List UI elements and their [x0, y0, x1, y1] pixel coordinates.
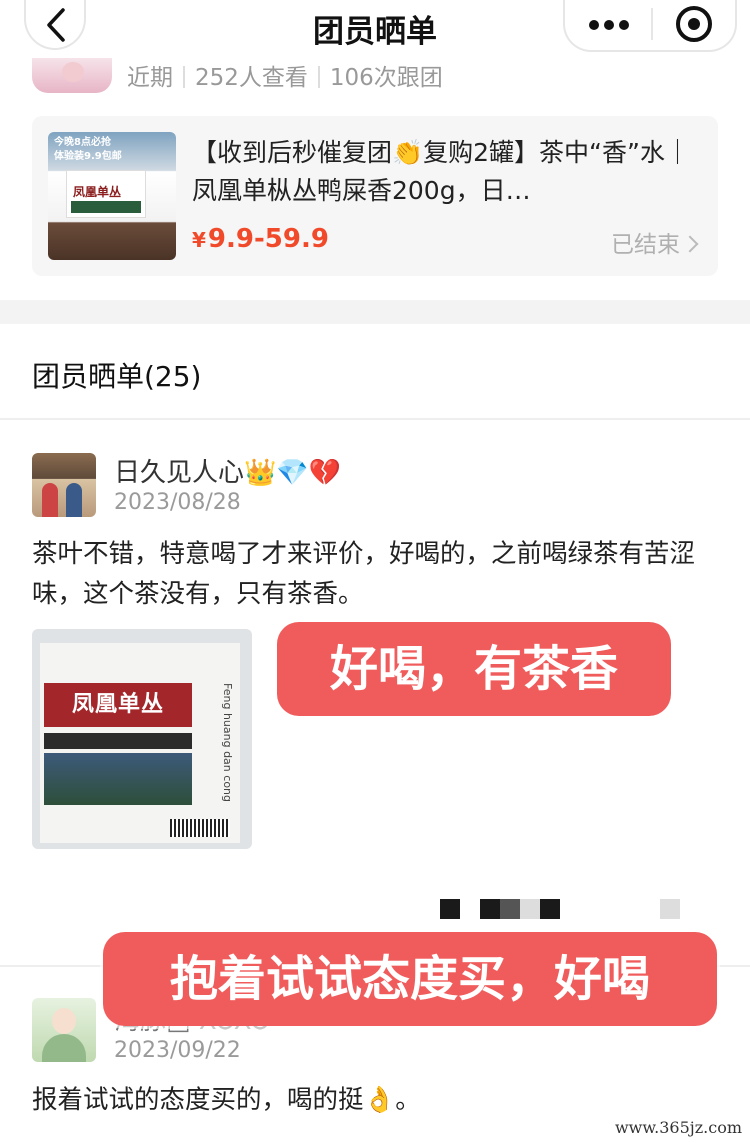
overlay-label: 好喝，有茶香 — [277, 622, 671, 716]
review-date: 2023/08/28 — [114, 490, 241, 515]
target-icon[interactable] — [676, 6, 712, 42]
section-title: 团员晒单(25) — [32, 360, 202, 393]
stats-divider — [317, 66, 320, 88]
status-label: 已结束 — [611, 232, 680, 258]
capsule-divider — [651, 8, 653, 40]
product-image: 今晚8点必抢 体验装9.9包邮 凤凰单丛 — [48, 132, 176, 260]
watermark: www.365jz.com — [614, 1118, 742, 1137]
chevron-right-icon — [681, 235, 699, 253]
section-gap — [0, 300, 750, 324]
nav-bar: 团员晒单 — [0, 0, 750, 54]
price-value: 9.9-59.9 — [207, 224, 329, 254]
tea-bag-vertical-text: Feng huang dan cong — [221, 683, 234, 803]
pixel-artifact — [480, 899, 500, 919]
review-photo[interactable]: 凤凰单丛 Feng huang dan cong — [32, 629, 252, 849]
more-dots-icon[interactable] — [589, 20, 629, 30]
product-package-name: 凤凰单丛 — [73, 185, 122, 199]
product-status[interactable]: 已结束 — [611, 225, 699, 259]
pixel-artifact — [660, 899, 680, 919]
product-title: 【收到后秒催复团👏复购2罐】茶中“香”水｜凤凰单枞丛鸭屎香200g，日… — [192, 138, 690, 205]
product-image-promo: 今晚8点必抢 体验装9.9包邮 — [54, 137, 122, 162]
pixel-artifact — [520, 899, 540, 919]
group-stats: 近期 252人查看 106次跟团 — [127, 58, 443, 92]
product-price: ¥9.9-59.9 — [192, 224, 329, 254]
reviewer-name[interactable]: 日久见人心👑💎💔 — [114, 452, 341, 489]
product-package: 凤凰单丛 — [66, 170, 146, 218]
review-text: 报着试试的态度买的，喝的挺👌。 — [32, 1085, 421, 1115]
avatar[interactable] — [32, 453, 96, 517]
review-date: 2023/09/22 — [114, 1038, 241, 1063]
barcode — [170, 819, 230, 837]
avatar[interactable] — [32, 998, 96, 1062]
tea-bag-scene — [44, 753, 192, 805]
tea-bag-subband — [44, 733, 192, 749]
overlay-label: 抱着试试态度买，好喝 — [103, 932, 717, 1026]
stats-recent: 近期 — [127, 65, 173, 91]
product-card[interactable]: 今晚8点必抢 体验装9.9包邮 凤凰单丛 【收到后秒催复团👏复购2罐】茶中“香”… — [32, 116, 718, 276]
tea-bag-label: 凤凰单丛 — [44, 683, 192, 727]
stats-joins: 106次跟团 — [329, 65, 443, 91]
pixel-artifact — [540, 899, 560, 919]
divider — [0, 418, 750, 420]
price-symbol: ¥ — [192, 228, 206, 252]
review-text: 茶叶不错，特意喝了才来评价，好喝的，之前喝绿茶有苦涩味，这个茶没有，只有茶香。 — [32, 539, 696, 609]
leader-avatar[interactable] — [32, 58, 112, 93]
pixel-artifact — [440, 899, 460, 919]
stats-viewers: 252人查看 — [195, 65, 308, 91]
menu-capsule — [563, 0, 737, 52]
tea-bag: 凤凰单丛 Feng huang dan cong — [40, 643, 240, 843]
stats-divider — [183, 66, 185, 88]
pixel-artifact — [500, 899, 520, 919]
